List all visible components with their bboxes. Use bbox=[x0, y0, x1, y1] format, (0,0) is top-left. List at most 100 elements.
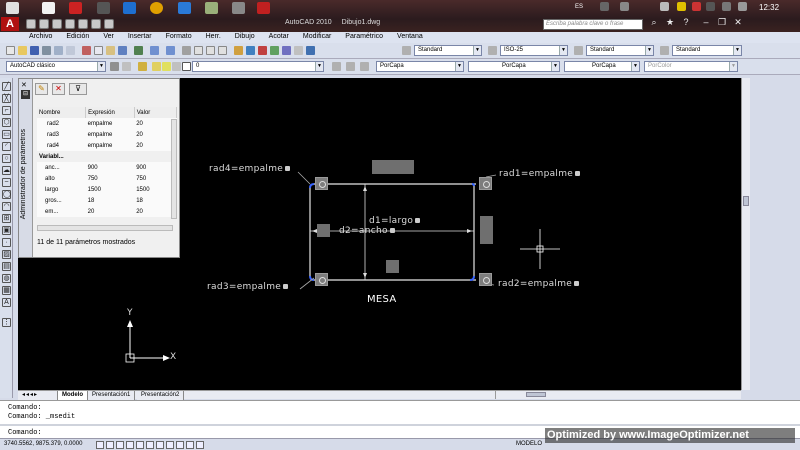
taskbar-icon[interactable] bbox=[6, 2, 19, 14]
column-header-expression[interactable]: Expresión bbox=[85, 107, 135, 118]
tray-icon[interactable] bbox=[706, 2, 715, 11]
xline-icon[interactable]: ╳ bbox=[2, 94, 11, 103]
taskbar-icon[interactable] bbox=[205, 2, 218, 14]
table-row[interactable]: em... 20 20 bbox=[37, 206, 177, 217]
palette-title-strip[interactable]: ✕ ⊟ Administrador de parámetros bbox=[19, 79, 33, 257]
tool-palettes-icon[interactable] bbox=[258, 46, 267, 55]
command-prompt-input[interactable]: Comando: bbox=[8, 429, 42, 437]
linetype-select[interactable]: PorCapa ▼ bbox=[468, 61, 560, 72]
vertical-scrollbar[interactable] bbox=[741, 78, 750, 390]
parameter-grip-rad1[interactable] bbox=[479, 177, 492, 190]
dimension-grip-top[interactable] bbox=[372, 160, 414, 174]
polygon-icon[interactable]: ⬡ bbox=[2, 118, 11, 127]
ducs-toggle[interactable] bbox=[166, 441, 174, 449]
snap-toggle[interactable] bbox=[106, 441, 114, 449]
coordinate-readout[interactable]: 3740.5562, 9875.379, 0.0000 bbox=[4, 441, 82, 447]
workspace-settings-icon[interactable] bbox=[122, 62, 131, 71]
menu-parametrico[interactable]: Paramétrico bbox=[338, 32, 390, 42]
lineweight-toggle[interactable] bbox=[186, 441, 194, 449]
paste-icon[interactable] bbox=[106, 46, 115, 55]
hatch-icon[interactable]: ▨ bbox=[2, 250, 11, 259]
text-style-select[interactable]: Standard ▼ bbox=[414, 45, 482, 56]
spline-icon[interactable]: ~ bbox=[2, 178, 11, 187]
constraint-label-rad1[interactable]: rad1=empalme bbox=[499, 169, 581, 179]
taskbar-icon[interactable] bbox=[232, 2, 245, 14]
new-icon[interactable] bbox=[6, 46, 15, 55]
menu-ver[interactable]: Ver bbox=[96, 32, 121, 42]
designcenter-icon[interactable] bbox=[246, 46, 255, 55]
table-row[interactable]: largo 1500 1500 bbox=[37, 184, 177, 195]
parameter-grip-rad2[interactable] bbox=[479, 273, 492, 286]
undo-icon[interactable] bbox=[65, 19, 75, 29]
print-icon[interactable] bbox=[42, 46, 51, 55]
table-row[interactable]: gros... 18 18 bbox=[37, 195, 177, 206]
insert-block-icon[interactable]: ⊞ bbox=[2, 214, 11, 223]
color-select[interactable]: PorCapa ▼ bbox=[376, 61, 464, 72]
horizontal-scrollbar[interactable] bbox=[495, 391, 741, 399]
polyline-icon[interactable]: ⌐ bbox=[2, 106, 11, 115]
chrome-icon[interactable] bbox=[150, 2, 163, 14]
menu-acotar[interactable]: Acotar bbox=[262, 32, 296, 42]
mtext-icon[interactable]: A bbox=[2, 298, 11, 307]
table-row[interactable]: rad3 empalme 20 bbox=[37, 129, 177, 140]
layer-states-icon[interactable] bbox=[360, 62, 369, 71]
rectangle-icon[interactable]: ▭ bbox=[2, 130, 11, 139]
constraint-label-d1[interactable]: d1=largo bbox=[369, 216, 421, 226]
layer-manager-icon[interactable] bbox=[138, 62, 147, 71]
close-icon[interactable]: ✕ bbox=[21, 81, 27, 89]
arc-icon[interactable]: ◜ bbox=[2, 142, 11, 151]
region-icon[interactable]: ◍ bbox=[2, 274, 11, 283]
scroll-thumb[interactable] bbox=[743, 196, 749, 206]
param-expression[interactable]: 18 bbox=[85, 195, 135, 206]
save-icon[interactable] bbox=[52, 19, 62, 29]
column-header-value[interactable]: Valor bbox=[134, 107, 178, 118]
workspace-select[interactable]: AutoCAD clásico ▼ bbox=[6, 61, 106, 72]
dyn-toggle[interactable] bbox=[176, 441, 184, 449]
block-editor-icon[interactable] bbox=[134, 46, 143, 55]
taskbar-icon[interactable] bbox=[97, 2, 110, 14]
redo-icon[interactable] bbox=[78, 19, 88, 29]
communication-icon[interactable]: ★ bbox=[664, 17, 676, 28]
constraint-label-d2[interactable]: d2=ancho bbox=[339, 226, 395, 236]
scroll-thumb[interactable] bbox=[526, 392, 546, 397]
dimension-grip-bottom[interactable] bbox=[386, 260, 399, 273]
point-icon[interactable]: · bbox=[2, 238, 11, 247]
volume-icon[interactable] bbox=[738, 2, 747, 11]
make-block-icon[interactable]: ▣ bbox=[2, 226, 11, 235]
palette-horizontal-scrollbar[interactable] bbox=[37, 225, 173, 231]
plotstyle-select[interactable]: PorColor ▼ bbox=[644, 61, 738, 72]
copy-icon[interactable] bbox=[94, 46, 103, 55]
table-style-select[interactable]: Standard ▼ bbox=[586, 45, 654, 56]
cut-icon[interactable] bbox=[82, 46, 91, 55]
tray-icon[interactable] bbox=[600, 2, 609, 11]
open-icon[interactable] bbox=[39, 19, 49, 29]
menu-herr[interactable]: Herr. bbox=[199, 32, 228, 42]
workspace-icon[interactable] bbox=[104, 19, 114, 29]
param-expression[interactable]: 20 bbox=[85, 206, 135, 217]
table-row[interactable]: alto 750 750 bbox=[37, 173, 177, 184]
constraint-label-rad4[interactable]: rad4=empalme bbox=[209, 164, 291, 174]
sheetset-icon[interactable] bbox=[270, 46, 279, 55]
plot-icon[interactable] bbox=[91, 19, 101, 29]
publish-icon[interactable] bbox=[66, 46, 75, 55]
pan-icon[interactable] bbox=[182, 46, 191, 55]
infer-constraints-toggle[interactable] bbox=[96, 441, 104, 449]
redo-icon[interactable] bbox=[166, 46, 175, 55]
quick-properties-toggle[interactable] bbox=[196, 441, 204, 449]
menu-ventana[interactable]: Ventana bbox=[390, 32, 430, 42]
properties-icon[interactable]: ⊟ bbox=[21, 90, 30, 99]
tray-icon[interactable] bbox=[677, 2, 686, 11]
mleader-style-select[interactable]: Standard ▼ bbox=[672, 45, 742, 56]
tray-icon[interactable] bbox=[620, 2, 629, 11]
open-icon[interactable] bbox=[18, 46, 27, 55]
delete-icon[interactable]: ✕ bbox=[52, 83, 65, 95]
help-icon[interactable]: ? bbox=[680, 17, 692, 28]
table-row[interactable]: anc... 900 900 bbox=[37, 162, 177, 173]
menu-formato[interactable]: Formato bbox=[159, 32, 199, 42]
taskbar-icon[interactable] bbox=[123, 2, 136, 14]
lineweight-select[interactable]: PorCapa ▼ bbox=[564, 61, 640, 72]
grid-toggle[interactable] bbox=[116, 441, 124, 449]
polar-toggle[interactable] bbox=[136, 441, 144, 449]
taskbar-icon[interactable] bbox=[178, 2, 191, 14]
search-icon[interactable]: ⌕ bbox=[648, 17, 660, 28]
